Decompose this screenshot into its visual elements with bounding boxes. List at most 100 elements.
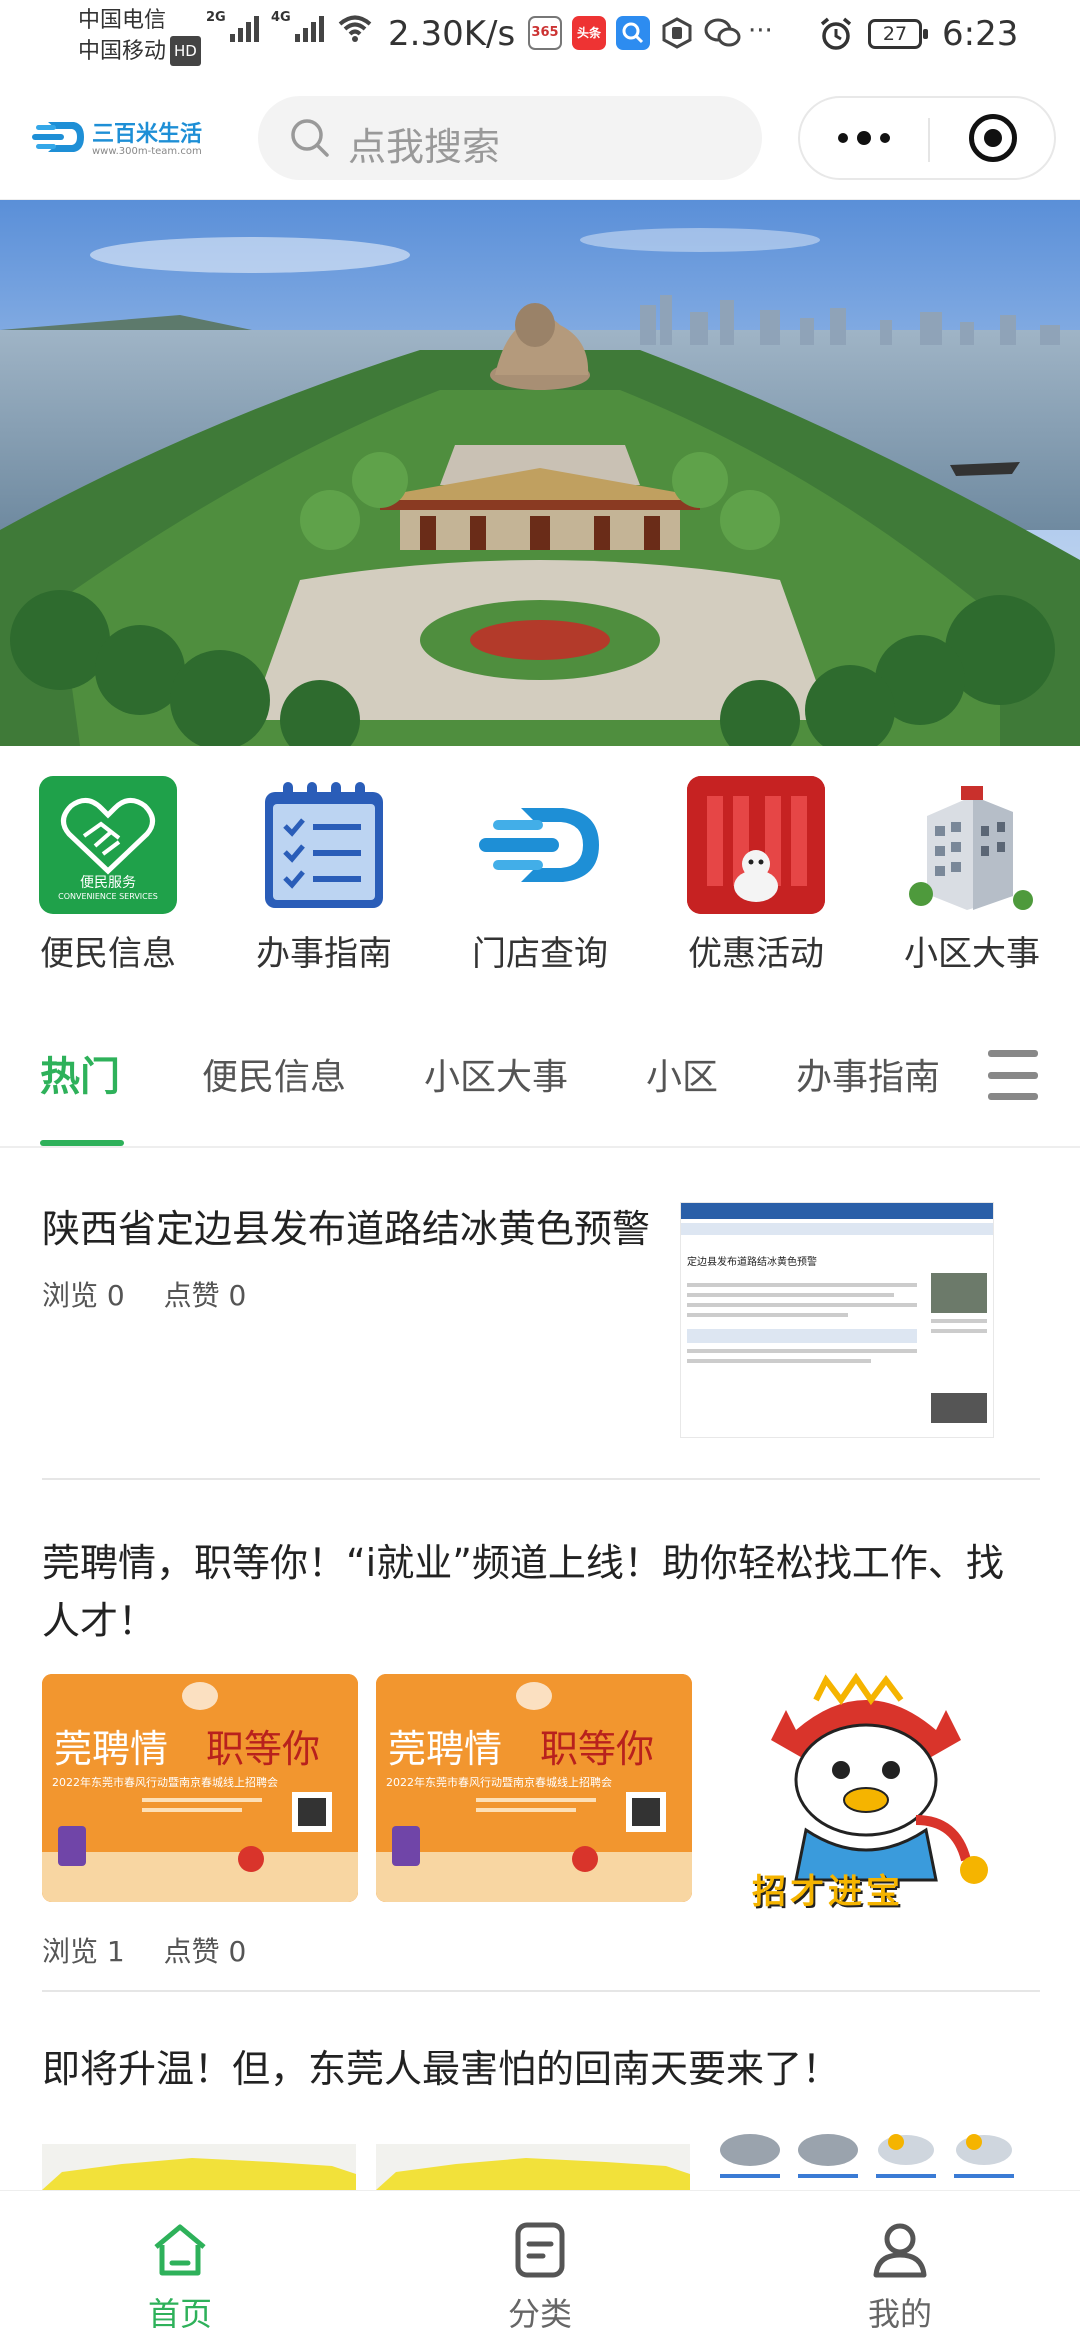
- article-card[interactable]: 即将升温！但，东莞人最害怕的回南天要来了！: [42, 2040, 1040, 2098]
- wifi-icon: [338, 15, 372, 42]
- quick-nav-community[interactable]: 小区大事: [882, 776, 1062, 975]
- app-header: 三百米生活 www.300m-team.com 点我搜索: [0, 78, 1080, 200]
- banner-landscape-illustration: [0, 200, 1080, 746]
- quick-nav-label: 办事指南: [256, 934, 392, 974]
- article-image[interactable]: 莞聘情 职等你 2022年东莞市春风行动暨南京春城线上招聘会: [376, 1674, 692, 1902]
- signal-2g-icon: 2G: [206, 10, 259, 42]
- convenience-icon-caption: 便民服务: [80, 875, 136, 891]
- divider: [42, 1478, 1040, 1480]
- carrier-1: 中国电信: [78, 8, 167, 33]
- alarm-icon: [820, 17, 852, 50]
- banner-image[interactable]: [0, 200, 1080, 746]
- home-icon: [154, 2224, 206, 2276]
- article-title: 莞聘情，职等你！“i就业”频道上线！助你轻松找工作、找人才！: [42, 1541, 1004, 1643]
- tab-hot[interactable]: 热门: [40, 1044, 120, 1102]
- building-icon: [903, 776, 1041, 914]
- article-likes: 点赞 0: [163, 1935, 247, 1968]
- quick-nav-label: 门店查询: [472, 934, 608, 974]
- quick-nav: 便民服务 CONVENIENCE SERVICES 便民信息 办事指南 门店查询…: [0, 746, 1080, 986]
- logo-name: 三百米生活: [92, 122, 203, 147]
- hd-badge: HD: [170, 36, 201, 66]
- poster-subtitle: 2022年东莞市春风行动暨南京春城线上招聘会: [52, 1776, 278, 1789]
- article-thumbnail[interactable]: 定边县发布道路结冰黄色预警: [680, 1202, 994, 1438]
- poster-title-a: 莞聘情: [54, 1727, 169, 1771]
- menu-icon[interactable]: [988, 1050, 1038, 1100]
- nav-profile[interactable]: 我的: [820, 2219, 980, 2335]
- nav-category-label: 分类: [507, 2295, 572, 2333]
- mascot-caption: 招才进宝: [752, 1872, 904, 1912]
- toutiao-app-icon: 头条: [572, 16, 606, 50]
- convenience-icon-subcaption: CONVENIENCE SERVICES: [58, 892, 158, 901]
- convenience-service-icon: 便民服务 CONVENIENCE SERVICES: [39, 776, 177, 914]
- miniprogram-capsule: [798, 96, 1056, 180]
- nav-category[interactable]: 分类: [460, 2219, 620, 2335]
- wechat-icon: [704, 16, 741, 50]
- tab-convenience[interactable]: 便民信息: [202, 1048, 346, 1100]
- net-2g-label: 2G: [206, 10, 226, 25]
- calendar-app-icon: 365: [528, 16, 562, 50]
- more-notifications: ···: [748, 16, 773, 46]
- divider: [42, 1990, 1040, 1992]
- article-image[interactable]: 招才进宝: [716, 1670, 1016, 1912]
- profile-icon: [873, 2223, 927, 2278]
- poster-subtitle: 2022年东莞市春风行动暨南京春城线上招聘会: [386, 1776, 612, 1789]
- search-placeholder: 点我搜索: [348, 125, 501, 169]
- battery-indicator: 27: [868, 19, 928, 49]
- carrier-2: 中国移动: [78, 39, 167, 64]
- nav-home[interactable]: 首页: [100, 2219, 260, 2335]
- quick-nav-convenience[interactable]: 便民服务 CONVENIENCE SERVICES 便民信息: [18, 776, 198, 975]
- search-icon: [291, 119, 329, 157]
- signal-indicators: 2G 4G: [206, 10, 372, 42]
- article-views: 浏览 0: [42, 1279, 125, 1312]
- quick-nav-label: 便民信息: [40, 934, 176, 974]
- category-tabs: 热门 便民信息 小区大事 小区 办事指南: [0, 1006, 1080, 1148]
- article-title: 陕西省定边县发布道路结冰黄色预警: [42, 1207, 651, 1251]
- target-icon: [969, 114, 1017, 162]
- search-bar[interactable]: 点我搜索: [258, 96, 762, 180]
- tab-guide[interactable]: 办事指南: [796, 1048, 940, 1100]
- article-image[interactable]: [376, 2144, 690, 2190]
- article-likes: 点赞 0: [163, 1279, 247, 1312]
- quick-nav-label: 小区大事: [904, 934, 1040, 974]
- category-icon: [515, 2222, 565, 2278]
- logo-mark-icon: [32, 122, 84, 152]
- quick-nav-guide[interactable]: 办事指南: [234, 776, 414, 975]
- quick-nav-promotion[interactable]: 优惠活动: [666, 776, 846, 975]
- tab-community-news[interactable]: 小区大事: [424, 1048, 568, 1100]
- quick-nav-label: 优惠活动: [688, 934, 824, 974]
- article-image[interactable]: [710, 2128, 1024, 2190]
- tab-community[interactable]: 小区: [646, 1048, 718, 1100]
- poster-title-b: 职等你: [206, 1727, 321, 1771]
- close-miniprogram-button[interactable]: [930, 98, 1056, 178]
- article-views: 浏览 1: [42, 1935, 125, 1968]
- checklist-notebook-icon: [255, 776, 393, 914]
- article-stats: 浏览 1 点赞 0: [42, 1930, 276, 1970]
- status-bar: 中国电信 中国移动 HD 2G 4G 2.30K/s 365 头条 ··· 27…: [0, 0, 1080, 78]
- poster-title-a: 莞聘情: [388, 1727, 503, 1771]
- active-tab-indicator: [40, 1140, 124, 1146]
- logo-url: www.300m-team.com: [92, 146, 202, 157]
- nav-home-label: 首页: [147, 2295, 212, 2333]
- network-speed: 2.30K/s: [388, 14, 516, 54]
- article-image[interactable]: 莞聘情 职等你 2022年东莞市春风行动暨南京春城线上招聘会: [42, 1674, 358, 1902]
- more-options-button[interactable]: [800, 98, 928, 178]
- signal-4g-icon: 4G: [271, 10, 324, 42]
- notification-icons: 365 头条 ···: [528, 16, 773, 50]
- nav-profile-label: 我的: [867, 2295, 932, 2333]
- clock: 6:23: [942, 14, 1019, 54]
- thumbnail-heading: 定边县发布道路结冰黄色预警: [687, 1257, 817, 1268]
- net-4g-label: 4G: [271, 10, 291, 25]
- status-right: 27 6:23: [818, 14, 1018, 54]
- quick-nav-store[interactable]: 门店查询: [450, 776, 630, 975]
- carrier-info: 中国电信 中国移动 HD: [78, 6, 201, 67]
- article-image[interactable]: [42, 2144, 356, 2190]
- app-logo[interactable]: 三百米生活 www.300m-team.com: [30, 114, 220, 164]
- poster-title-b: 职等你: [540, 1727, 655, 1771]
- search-app-icon: [616, 16, 650, 50]
- bottom-nav: 首页 分类 我的: [0, 2190, 1080, 2340]
- article-card[interactable]: 莞聘情，职等你！“i就业”频道上线！助你轻松找工作、找人才！: [42, 1534, 1040, 1650]
- store-logo-icon: [471, 776, 609, 914]
- article-title: 即将升温！但，东莞人最害怕的回南天要来了！: [42, 2047, 841, 2091]
- promotion-1111-icon: [687, 776, 825, 914]
- hand-app-icon: [660, 16, 694, 50]
